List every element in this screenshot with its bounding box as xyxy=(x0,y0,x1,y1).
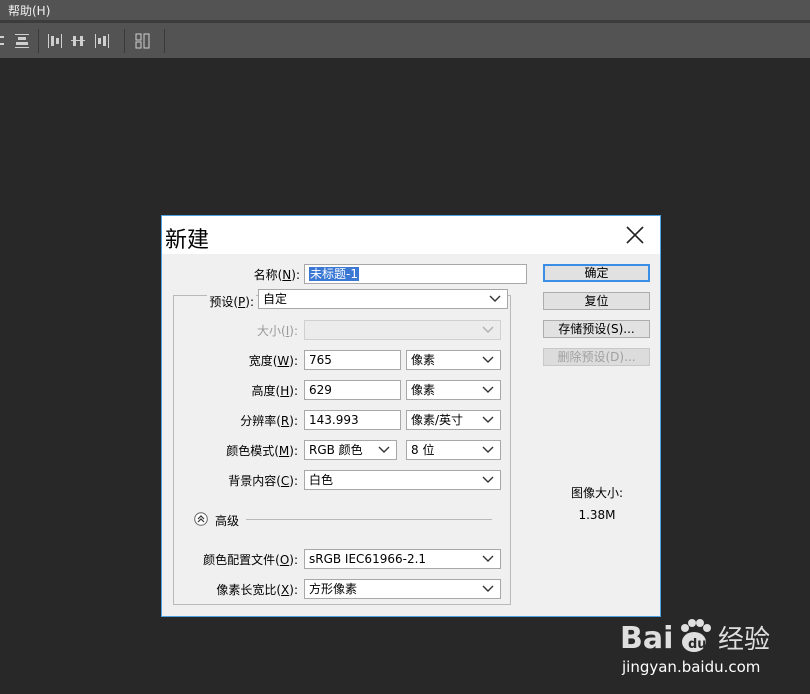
toolbar-separator xyxy=(164,29,165,53)
resolution-input-value: 143.993 xyxy=(309,413,359,427)
chevron-down-icon xyxy=(482,326,494,333)
reset-button[interactable]: 复位 xyxy=(543,292,650,310)
profile-select-value: sRGB IEC61966-2.1 xyxy=(309,552,427,566)
image-size-value: 1.38M xyxy=(578,508,616,522)
width-label: 宽度(W): xyxy=(248,354,298,368)
background-label: 背景内容(C): xyxy=(228,474,298,488)
resolution-unit-value: 像素/英寸 xyxy=(411,413,464,427)
dialog-title: 新建 xyxy=(165,228,210,253)
chevron-down-icon xyxy=(378,446,390,453)
width-unit-select[interactable]: 像素 xyxy=(406,350,501,370)
image-size-label: 图像大小: xyxy=(570,486,624,500)
chevron-down-icon xyxy=(482,356,494,363)
distribute-right-icon[interactable] xyxy=(94,33,110,49)
colormode-select[interactable]: RGB 颜色 xyxy=(304,440,397,460)
chevron-down-icon xyxy=(482,386,494,393)
chevron-down-icon xyxy=(482,416,494,423)
background-select[interactable]: 白色 xyxy=(304,470,501,490)
menu-help[interactable]: 帮助(H) xyxy=(8,2,50,19)
distribute-left-icon[interactable] xyxy=(47,33,63,49)
watermark-domain: jingyan.baidu.com xyxy=(622,658,761,676)
preset-select-value: 自定 xyxy=(263,292,288,306)
height-unit-value: 像素 xyxy=(411,383,436,397)
chevron-down-icon xyxy=(482,585,494,592)
height-input[interactable]: 629 xyxy=(304,380,401,400)
resolution-label: 分辨率(R): xyxy=(240,414,298,428)
aspect-label: 像素长宽比(X): xyxy=(216,583,298,597)
preset-select[interactable]: 自定 xyxy=(258,289,508,309)
name-input-value: 未标题-1 xyxy=(309,267,359,281)
bitdepth-select-value: 8 位 xyxy=(411,443,435,457)
save-preset-button[interactable]: 存储预设(S)... xyxy=(543,320,650,338)
toolbar-separator xyxy=(38,29,39,53)
profile-select[interactable]: sRGB IEC61966-2.1 xyxy=(304,549,501,569)
width-input[interactable]: 765 xyxy=(304,350,401,370)
advanced-label: 高级 xyxy=(215,514,240,528)
baidu-jingyan-logo: Bai du 经验 xyxy=(620,619,770,656)
ok-button[interactable]: 确定 xyxy=(543,264,650,282)
chevron-down-icon xyxy=(482,476,494,483)
toolbar-separator xyxy=(124,29,125,53)
size-select xyxy=(304,320,501,340)
chevron-down-icon xyxy=(482,555,494,562)
width-unit-value: 像素 xyxy=(411,353,436,367)
name-label: 名称(N): xyxy=(253,268,300,282)
options-toolbar xyxy=(0,23,810,58)
height-unit-select[interactable]: 像素 xyxy=(406,380,501,400)
size-label: 大小(I): xyxy=(257,324,298,338)
svg-text:Bai: Bai xyxy=(620,621,673,656)
distribute-center-icon[interactable] xyxy=(70,33,86,49)
new-document-dialog: 新建 名称(N): 未标题-1 预设(P): 自定 大小(I): 宽度(W): … xyxy=(161,215,661,617)
advanced-divider xyxy=(246,519,492,520)
height-label: 高度(H): xyxy=(251,384,298,398)
svg-text:经验: 经验 xyxy=(718,625,770,655)
delete-preset-button: 删除预设(D)... xyxy=(543,348,650,366)
svg-text:du: du xyxy=(688,637,707,652)
preset-label: 预设(P): xyxy=(207,293,256,310)
height-input-value: 629 xyxy=(309,383,332,397)
distribute-top-icon[interactable] xyxy=(14,33,30,49)
close-icon[interactable] xyxy=(624,224,646,246)
collapse-advanced-icon[interactable] xyxy=(194,512,208,526)
menu-bar: 帮助(H) xyxy=(0,0,810,20)
resolution-input[interactable]: 143.993 xyxy=(304,410,401,430)
profile-label: 颜色配置文件(O): xyxy=(203,553,298,567)
resolution-unit-select[interactable]: 像素/英寸 xyxy=(406,410,501,430)
width-input-value: 765 xyxy=(309,353,332,367)
colormode-select-value: RGB 颜色 xyxy=(309,443,363,457)
chevron-down-icon xyxy=(482,446,494,453)
chevron-down-icon xyxy=(489,295,501,302)
dialog-titlebar[interactable]: 新建 xyxy=(162,216,660,254)
aspect-select[interactable]: 方形像素 xyxy=(304,579,501,599)
background-select-value: 白色 xyxy=(309,473,334,487)
aspect-select-value: 方形像素 xyxy=(309,582,358,596)
bitdepth-select[interactable]: 8 位 xyxy=(406,440,501,460)
colormode-label: 颜色模式(M): xyxy=(226,444,298,458)
auto-align-icon[interactable] xyxy=(135,33,151,49)
name-input[interactable]: 未标题-1 xyxy=(304,264,527,284)
